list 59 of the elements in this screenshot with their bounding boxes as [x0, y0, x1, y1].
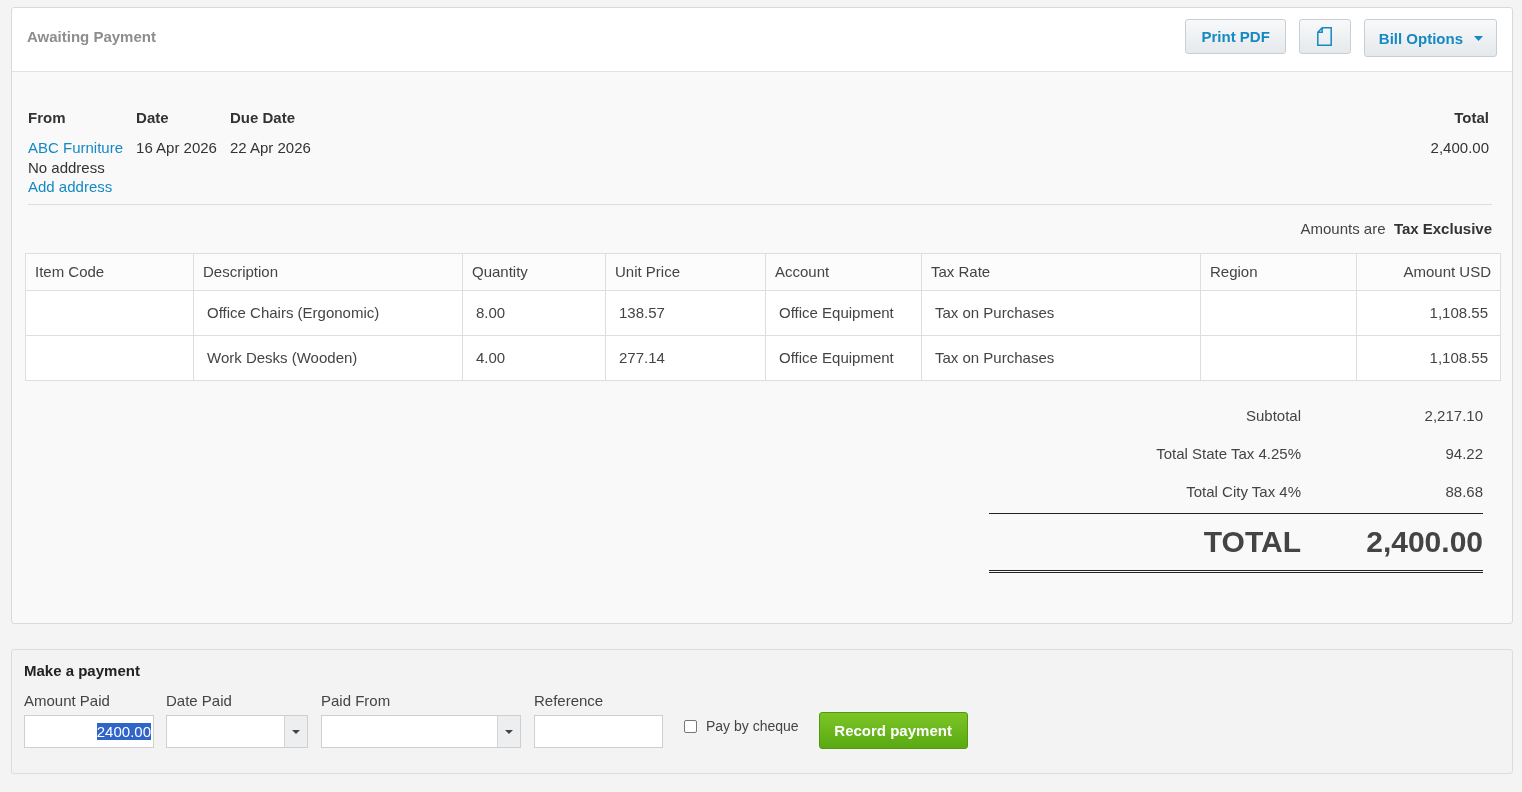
column-header: Description [193, 253, 463, 290]
checkbox-label[interactable]: Pay by cheque [706, 716, 799, 736]
summary-label: Total City Tax 4% [1186, 481, 1301, 502]
dropdown-field[interactable] [321, 714, 521, 748]
print-pdf-button[interactable]: Print PDF [1185, 19, 1286, 54]
table-cell: 277.14 [605, 335, 766, 380]
table-cell: Tax on Purchases [921, 290, 1201, 335]
field-value: 16 Apr 2026 [136, 138, 217, 158]
caret-down-icon [497, 715, 520, 747]
dropdown-field[interactable] [166, 714, 308, 748]
summary-value: 2,217.10 [1424, 405, 1483, 426]
table-cell: Office Equipment [765, 335, 922, 380]
field-label: Reference [534, 690, 604, 711]
record-payment-button[interactable]: Record payment [818, 711, 968, 749]
column-header: Item Code [25, 253, 194, 290]
column-header: Region [1200, 253, 1357, 290]
caret-down-icon [284, 715, 307, 747]
column-header: Account [765, 253, 922, 290]
column-header: Unit Price [605, 253, 766, 290]
input-field[interactable]: 2400.00 [24, 714, 154, 748]
text-link[interactable]: Add address [28, 177, 113, 197]
summary-value: 94.22 [1445, 443, 1483, 464]
summary-label: Subtotal [1245, 405, 1301, 426]
field-value: 2,400.00 [1430, 138, 1489, 158]
table-cell: 1,108.55 [1356, 290, 1501, 335]
table-cell: 4.00 [462, 335, 606, 380]
field-heading: From [28, 108, 66, 128]
table-cell: Tax on Purchases [921, 335, 1201, 380]
document-icon [1317, 27, 1333, 46]
column-header: Quantity [462, 253, 606, 290]
options-menu-button[interactable]: Bill Options [1363, 19, 1497, 57]
field-heading: Total [1454, 108, 1489, 128]
field-value: 22 Apr 2026 [229, 138, 311, 158]
field-value: No address [28, 157, 105, 177]
summary-value: 88.68 [1445, 481, 1483, 502]
table-cell: Work Desks (Wooden) [193, 335, 463, 380]
summary-label: Total State Tax 4.25% [1156, 443, 1301, 464]
cheque-checkbox[interactable] [684, 719, 697, 733]
table-cell: Office Chairs (Ergonomic) [193, 290, 463, 335]
section-title: Make a payment [24, 660, 140, 681]
tax-mode-note: Amounts are Tax Exclusive [1300, 218, 1492, 239]
column-header: Amount USD [1356, 253, 1501, 290]
field-label: Paid From [321, 690, 391, 711]
field-label: Amount Paid [24, 690, 110, 711]
table-cell: 1,108.55 [1356, 335, 1501, 380]
total-label: TOTAL [1203, 523, 1301, 560]
field-label: Date Paid [166, 690, 232, 711]
total-amount: 2,400.00 [1366, 523, 1483, 560]
field-heading: Date [136, 108, 169, 128]
table-cell: 8.00 [462, 290, 606, 335]
column-header: Tax Rate [921, 253, 1201, 290]
table-cell: 138.57 [605, 290, 766, 335]
document-button[interactable] [1298, 19, 1351, 54]
text-link[interactable]: ABC Furniture [28, 138, 124, 158]
caret-down-icon [1474, 35, 1483, 41]
table-cell: Office Equipment [765, 290, 922, 335]
bill-status-title: Awaiting Payment [27, 27, 156, 47]
field-heading: Due Date [229, 108, 295, 128]
input-field[interactable] [534, 714, 663, 748]
